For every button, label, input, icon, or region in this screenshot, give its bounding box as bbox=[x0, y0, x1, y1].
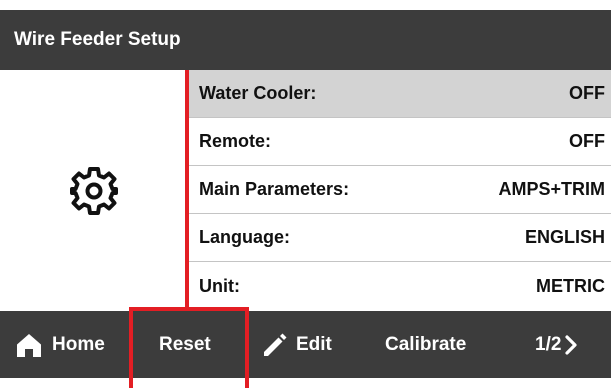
gear-icon bbox=[69, 166, 118, 215]
bottom-toolbar: Home Reset Edit Calibrate 1/2 bbox=[0, 311, 611, 378]
setting-row-remote[interactable]: Remote: OFF bbox=[189, 118, 611, 166]
setting-label: Water Cooler: bbox=[199, 83, 317, 103]
setting-row-water-cooler[interactable]: Water Cooler: OFF bbox=[189, 70, 611, 118]
home-button[interactable]: Home bbox=[16, 311, 105, 378]
setting-label: Language: bbox=[199, 227, 291, 247]
home-icon bbox=[17, 333, 41, 357]
calibrate-button[interactable]: Calibrate bbox=[385, 311, 466, 378]
next-page-button[interactable]: 1/2 bbox=[535, 311, 578, 378]
setting-label: Main Parameters: bbox=[199, 179, 350, 199]
edit-button[interactable]: Edit bbox=[262, 311, 332, 378]
setting-label: Unit: bbox=[199, 276, 240, 296]
reset-button[interactable]: Reset bbox=[159, 311, 211, 378]
page-indicator: 1/2 bbox=[535, 333, 562, 355]
setting-value: ENGLISH bbox=[524, 227, 605, 247]
setting-row-language[interactable]: Language: ENGLISH bbox=[189, 214, 611, 262]
calibrate-label: Calibrate bbox=[385, 333, 467, 355]
title-bar: Wire Feeder Setup bbox=[0, 10, 611, 70]
setting-label: Remote: bbox=[199, 131, 272, 151]
settings-list: Water Cooler: OFF Remote: OFF Main Param… bbox=[189, 70, 611, 311]
setting-row-main-parameters[interactable]: Main Parameters: AMPS+TRIM bbox=[189, 166, 611, 214]
icon-panel bbox=[0, 70, 187, 311]
chevron-right-icon bbox=[565, 334, 578, 355]
home-label: Home bbox=[52, 333, 105, 355]
page-title: Wire Feeder Setup bbox=[14, 29, 181, 50]
pencil-icon bbox=[264, 333, 287, 356]
edit-label: Edit bbox=[296, 333, 332, 355]
setting-value: OFF bbox=[569, 131, 605, 151]
setting-value: OFF bbox=[569, 83, 605, 103]
setting-value: METRIC bbox=[536, 276, 605, 296]
reset-label: Reset bbox=[159, 333, 211, 355]
setting-row-unit[interactable]: Unit: METRIC bbox=[189, 262, 611, 311]
setting-value: AMPS+TRIM bbox=[498, 179, 605, 199]
